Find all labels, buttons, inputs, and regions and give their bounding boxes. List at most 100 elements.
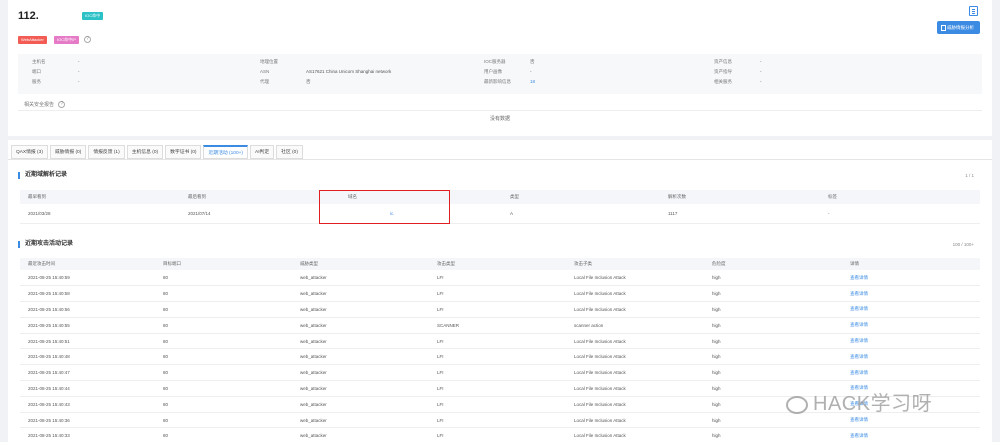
col-first-seen: 最早看到 <box>20 190 180 204</box>
cell-last-seen: 2021/07/14 <box>180 204 340 224</box>
cell-threat-type: web_attacker <box>292 364 429 382</box>
cell-attack-time: 2021-08-25 15:40:47 <box>20 364 155 382</box>
info-value: - <box>78 79 80 84</box>
info-key: IOC服务器 <box>484 59 506 64</box>
cell-threat-type: web_attacker <box>292 380 429 397</box>
info-value: - <box>78 69 80 74</box>
info-value: - <box>530 69 532 74</box>
info-value: - <box>760 79 762 84</box>
attack-table-body: 2021-08-25 15:40:59 80 web_attacker LFI Loca… <box>20 270 980 442</box>
tab-host-info[interactable]: 主机信息 (0) <box>126 145 164 159</box>
cell-attack-subtype: Local File Inclusion Attack <box>566 427 704 442</box>
tab-underline <box>8 159 992 160</box>
cell-severity: high <box>704 301 842 318</box>
cell-attack-type: LFI <box>429 285 566 303</box>
dns-table: 最早看到 最后看到 域名 类型 解析次数 标签 2021/03/28 2021/… <box>20 190 980 224</box>
cell-severity: high <box>704 333 842 350</box>
cell-attack-subtype: Local File Inclusion Attack <box>566 396 704 413</box>
tab-qax-intel[interactable]: QAX情报 (3) <box>11 145 48 159</box>
wechat-icon <box>786 395 808 414</box>
watermark: HACK学习呀 <box>786 387 932 416</box>
cell-attack-time: 2021-08-25 15:40:56 <box>20 301 155 318</box>
tab-certificates[interactable]: 数字证书 (0) <box>165 145 202 159</box>
info-value: - <box>760 69 762 74</box>
cell-threat-type: web_attacker <box>292 348 429 366</box>
ip-address-title: 112. <box>18 10 39 22</box>
threat-report-button[interactable]: 威胁情报分析 <box>937 21 980 34</box>
tab-recent-activity[interactable]: 近期活动 (100+) <box>203 145 249 159</box>
table-row: 2021-08-25 15:40:47 80 web_attacker LFI Loca… <box>20 364 980 382</box>
cell-threat-type: web_attacker <box>292 270 429 287</box>
cell-attack-subtype: Local File Inclusion Attack <box>566 333 704 350</box>
related-reports-text: 相关安全报告 <box>24 102 55 108</box>
col-attack-type: 攻击类型 <box>429 258 566 270</box>
info-value: - <box>78 59 80 64</box>
cell-attack-subtype: Local File Inclusion Attack <box>566 285 704 303</box>
info-key: 端口 <box>32 69 41 74</box>
cell-details-link[interactable]: 查看详情 <box>842 270 980 287</box>
info-key: 最新影响信息 <box>484 79 511 84</box>
info-key: 用户画像 <box>484 69 502 74</box>
info-key: 地理位置 <box>260 59 278 64</box>
watermark-text: HACK学习呀 <box>813 393 933 415</box>
cell-details-link[interactable]: 查看详情 <box>842 348 980 366</box>
cell-details-link[interactable]: 查看详情 <box>842 285 980 303</box>
cell-first-seen: 2021/03/28 <box>20 204 180 224</box>
cell-attack-type: LFI <box>429 380 566 397</box>
cell-threat-type: web_attacker <box>292 285 429 303</box>
tab-feedback[interactable]: 情报反馈 (1) <box>88 145 125 159</box>
cell-severity: high <box>704 270 842 287</box>
cell-details-link[interactable]: 查看详情 <box>842 427 980 442</box>
cell-target-port: 80 <box>155 301 292 318</box>
tab-community[interactable]: 社区 (0) <box>276 145 303 159</box>
cell-attack-type: LFI <box>429 427 566 442</box>
cell-attack-type: LFI <box>429 396 566 413</box>
cell-attack-time: 2021-08-25 15:40:58 <box>20 285 155 303</box>
cell-target-port: 80 <box>155 317 292 334</box>
cell-target-port: 80 <box>155 427 292 442</box>
cell-attack-time: 2021-08-25 15:40:33 <box>20 427 155 442</box>
table-row: 2021-08-25 15:40:51 80 web_attacker LFI Loca… <box>20 333 980 350</box>
col-details: 详情 <box>842 258 980 270</box>
info-key: 资产指导 <box>714 69 732 74</box>
tab-threat-intel[interactable]: 威胁情报 (0) <box>49 145 87 159</box>
cell-threat-type: web_attacker <box>292 396 429 413</box>
info-grid: 主机名 - 端口 - 服务 - 地理位置 ASN AS17621 China Unico… <box>18 54 982 94</box>
cell-details-link[interactable]: 查看详情 <box>842 301 980 318</box>
cell-details-link[interactable]: 查看详情 <box>842 333 980 350</box>
cell-attack-subtype: Local File Inclusion Attack <box>566 380 704 397</box>
info-value: AS17621 China Unicom Shanghai network <box>306 69 392 74</box>
col-attack-subtype: 攻击子类 <box>566 258 704 270</box>
cell-attack-subtype: Local File Inclusion Attack <box>566 364 704 382</box>
cell-attack-time: 2021-08-25 15:40:44 <box>20 380 155 397</box>
help-icon[interactable]: ? <box>84 36 91 43</box>
col-severity: 危险度 <box>704 258 842 270</box>
cell-attack-time: 2021-08-25 15:40:43 <box>20 396 155 413</box>
cell-details-link[interactable]: 查看详情 <box>842 364 980 382</box>
dns-section-title: 近期域解析记录 <box>18 172 67 179</box>
cell-severity: high <box>704 427 842 442</box>
document-icon[interactable] <box>969 6 978 16</box>
cell-details-link[interactable]: 查看详情 <box>842 317 980 334</box>
info-value: - <box>760 59 762 64</box>
cell-type: A <box>502 204 660 224</box>
tab-ai-verdict[interactable]: AI判定 <box>250 145 275 159</box>
info-value-link[interactable]: 18 <box>530 79 535 84</box>
cell-attack-subtype: Local File Inclusion Attack <box>566 301 704 318</box>
cell-target-port: 80 <box>155 270 292 287</box>
table-row: 2021-08-25 15:40:48 80 web_attacker LFI Loca… <box>20 348 980 366</box>
cell-attack-time: 2021-08-25 15:40:36 <box>20 412 155 429</box>
cell-severity: high <box>704 285 842 303</box>
col-last-seen: 最后看到 <box>180 190 340 204</box>
help-icon[interactable]: ? <box>58 101 66 109</box>
ioc-badge: IOC命中 <box>82 12 104 20</box>
tab-bar: QAX情报 (3) 威胁情报 (0) 情报反馈 (1) 主机信息 (0) 数字证… <box>8 145 303 159</box>
tag-web-attacker[interactable]: WebAttacker <box>18 36 47 44</box>
tag-ioc-ip[interactable]: IOC命中IP <box>54 36 79 44</box>
info-key: 服务 <box>32 79 41 84</box>
cell-target-port: 80 <box>155 348 292 366</box>
table-row: 2021-08-25 15:40:33 80 web_attacker LFI Loca… <box>20 427 980 442</box>
cell-attack-type: LFI <box>429 412 566 429</box>
no-data-text: 没有数据 <box>489 116 510 122</box>
table-row: 2021-08-25 15:40:59 80 web_attacker LFI Loca… <box>20 270 980 287</box>
